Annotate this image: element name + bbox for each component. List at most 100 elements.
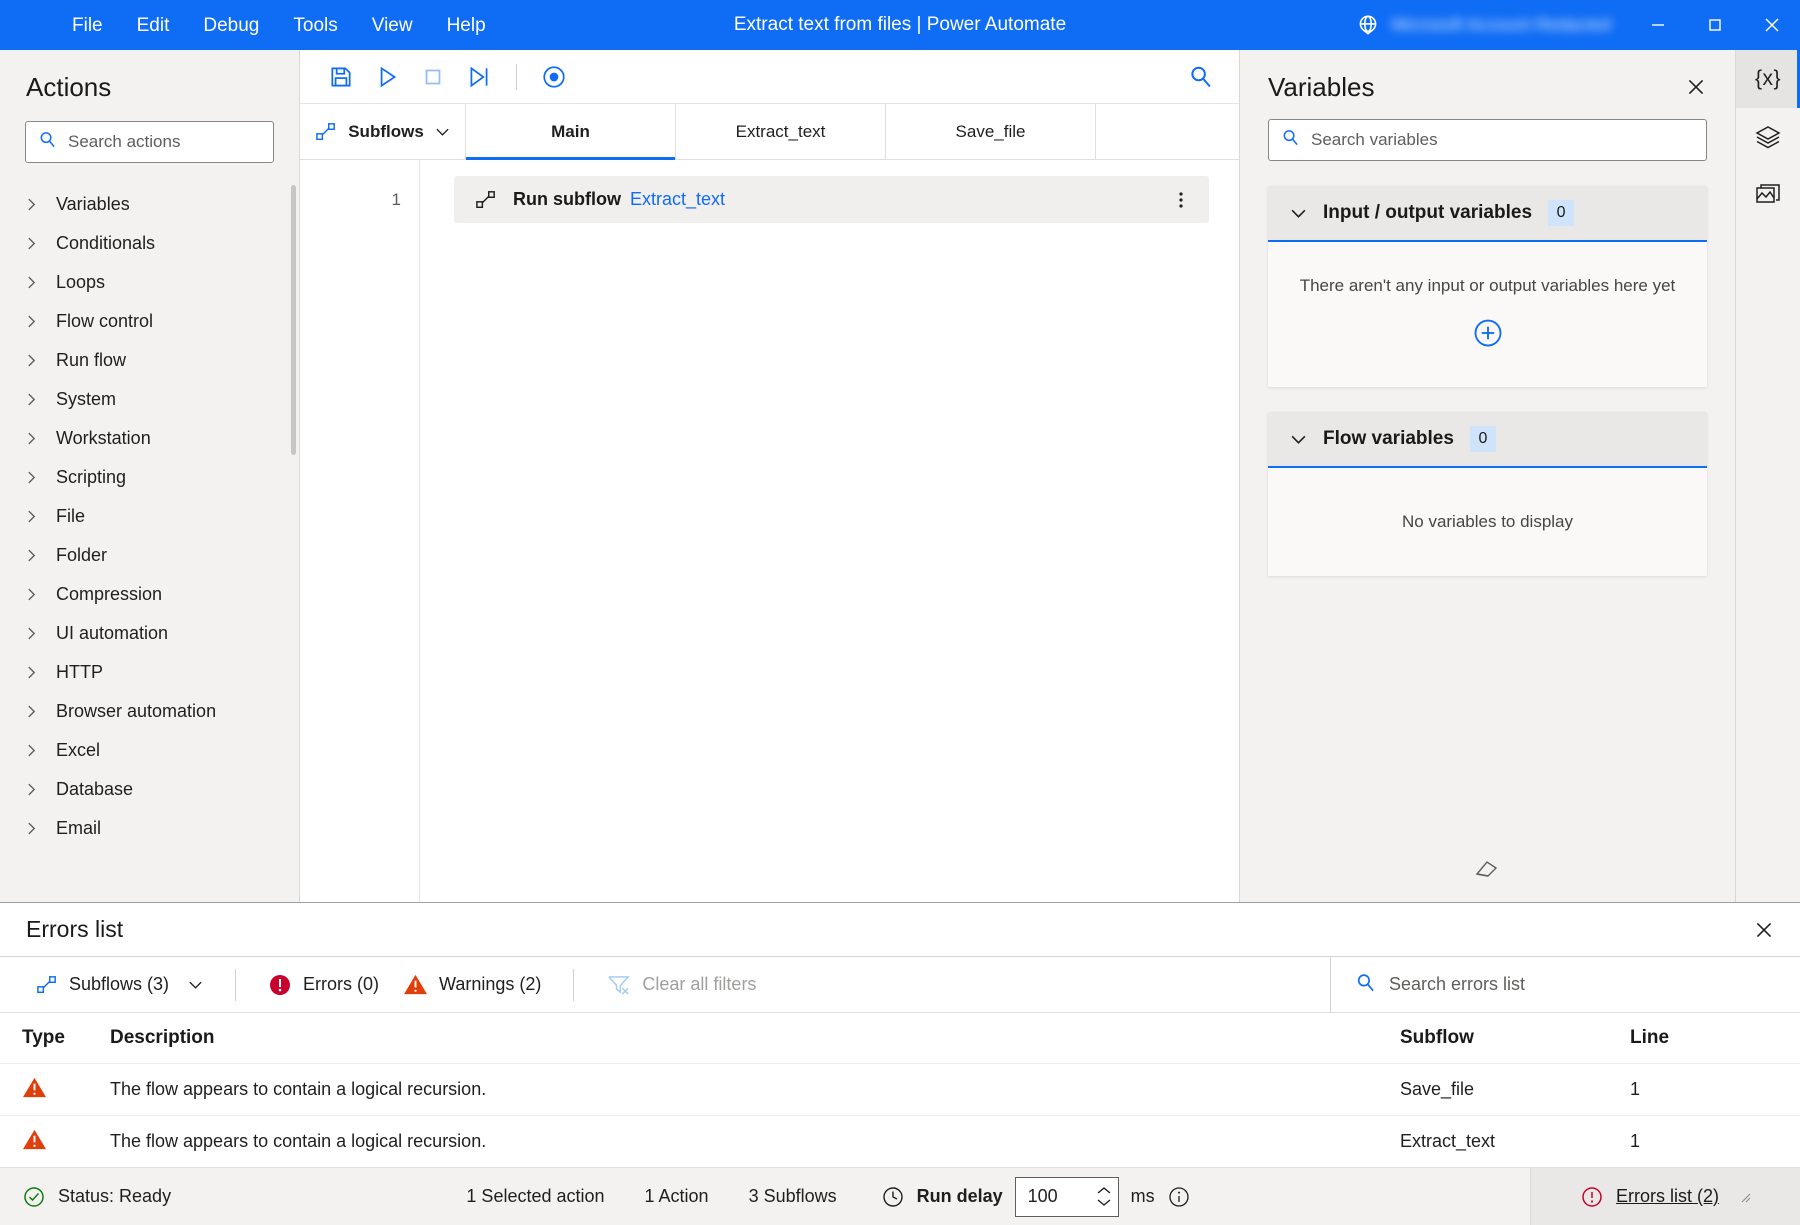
flow-variables-header[interactable]: Flow variables 0 [1268, 412, 1707, 468]
eraser-icon[interactable] [1474, 857, 1502, 884]
clear-all-filters-button[interactable]: Clear all filters [594, 966, 768, 1003]
errors-list-status-label: Errors list (2) [1616, 1186, 1720, 1206]
menu-file[interactable]: File [55, 10, 120, 41]
layers-icon [1755, 126, 1781, 149]
action-group-conditionals[interactable]: Conditionals [0, 224, 299, 263]
warnings-filter-label: Warnings (2) [439, 974, 542, 994]
table-row[interactable]: The flow appears to contain a logical re… [0, 1115, 1800, 1167]
action-group-scripting[interactable]: Scripting [0, 458, 299, 497]
tab-save-file[interactable]: Save_file [886, 104, 1096, 159]
variables-pane-button[interactable]: {x} [1736, 50, 1800, 108]
stepper-arrows[interactable] [1096, 1186, 1112, 1207]
subflow-count: 3 Subflows [748, 1186, 837, 1206]
menu-debug[interactable]: Debug [186, 10, 276, 41]
add-circle-icon [1474, 319, 1501, 347]
search-variables-input[interactable] [1311, 130, 1694, 150]
search-errors-box[interactable] [1330, 956, 1800, 1013]
action-group-run-flow[interactable]: Run flow [0, 341, 299, 380]
tab-label: Extract_text [735, 121, 826, 141]
action-row-menu-button[interactable] [1168, 185, 1194, 215]
flow-canvas: 1 Run subflow Extract_text [300, 160, 1239, 902]
row-line: 1 [1630, 1131, 1641, 1151]
flow-search-button[interactable] [1177, 57, 1223, 97]
menu-help[interactable]: Help [430, 10, 503, 41]
column-header-line: Line [1630, 1027, 1670, 1048]
tab-extract-text[interactable]: Extract_text [676, 104, 886, 159]
main-body: Actions Variables Conditionals Lo [0, 50, 1800, 902]
close-button[interactable] [1743, 0, 1800, 50]
errors-list-title: Errors list [26, 916, 124, 942]
add-variable-button[interactable] [1473, 318, 1503, 353]
actions-scrollbar-thumb[interactable] [291, 185, 296, 455]
search-variables-box[interactable] [1268, 119, 1707, 161]
errors-list-close-button[interactable] [1746, 912, 1782, 948]
table-row[interactable]: The flow appears to contain a logical re… [0, 1063, 1800, 1115]
action-group-file[interactable]: File [0, 497, 299, 536]
line-number: 1 [391, 190, 401, 209]
actions-panel: Actions Variables Conditionals Lo [0, 50, 300, 902]
action-group-variables[interactable]: Variables [0, 185, 299, 224]
close-icon [1688, 79, 1704, 95]
search-icon [1190, 66, 1211, 88]
input-output-variables-header[interactable]: Input / output variables 0 [1268, 186, 1707, 242]
action-group-workstation[interactable]: Workstation [0, 419, 299, 458]
stop-button[interactable] [410, 57, 456, 97]
action-group-http[interactable]: HTTP [0, 653, 299, 692]
chevron-right-icon [28, 510, 36, 523]
maximize-button[interactable] [1686, 0, 1743, 50]
action-group-email[interactable]: Email [0, 809, 299, 848]
errors-list-status-button[interactable]: Errors list (2) [1530, 1167, 1800, 1225]
warning-icon [404, 974, 428, 995]
search-errors-input[interactable] [1389, 974, 1776, 995]
row-subflow: Extract_text [1400, 1131, 1496, 1151]
menu-view[interactable]: View [355, 10, 430, 41]
menu-tools[interactable]: Tools [276, 10, 354, 41]
action-group-excel[interactable]: Excel [0, 731, 299, 770]
subflows-dropdown[interactable]: Subflows [300, 104, 466, 159]
actions-scrollbar[interactable] [288, 185, 299, 902]
search-actions-box[interactable] [25, 121, 289, 163]
recorder-button[interactable] [531, 57, 577, 97]
tab-main[interactable]: Main [466, 104, 676, 160]
action-group-database[interactable]: Database [0, 770, 299, 809]
menu-edit[interactable]: Edit [120, 10, 187, 41]
chevron-right-icon [28, 822, 36, 835]
run-delay-input[interactable] [1027, 1186, 1096, 1207]
stop-icon [425, 69, 441, 84]
error-icon [270, 974, 291, 995]
chevron-down-icon [436, 128, 449, 136]
minimize-button[interactable] [1629, 0, 1686, 50]
row-line: 1 [1630, 1079, 1641, 1099]
action-group-browser-automation[interactable]: Browser automation [0, 692, 299, 731]
warnings-filter[interactable]: Warnings (2) [391, 966, 553, 1003]
chevron-down-icon [189, 981, 202, 989]
subflow-icon [316, 122, 336, 140]
save-button[interactable] [318, 57, 364, 97]
action-group-compression[interactable]: Compression [0, 575, 299, 614]
account-area[interactable]: Microsoft Account Redacted [1355, 12, 1629, 38]
actions-group-list: Variables Conditionals Loops Flow contro… [0, 185, 299, 902]
tab-label: Main [551, 121, 590, 141]
ui-elements-pane-button[interactable] [1736, 108, 1800, 166]
errors-list-header: Errors list [0, 903, 1800, 957]
action-group-flow-control[interactable]: Flow control [0, 302, 299, 341]
search-actions-input[interactable] [68, 132, 289, 152]
action-group-system[interactable]: System [0, 380, 299, 419]
maximize-icon [1708, 19, 1721, 31]
run-next-action-button[interactable] [456, 57, 502, 97]
step-next-icon [470, 66, 488, 87]
action-group-loops[interactable]: Loops [0, 263, 299, 302]
run-button[interactable] [364, 57, 410, 97]
run-delay-unit: ms [1130, 1186, 1155, 1206]
run-delay-stepper[interactable] [1014, 1176, 1119, 1217]
action-group-folder[interactable]: Folder [0, 536, 299, 575]
errors-subflows-filter[interactable]: Subflows (3) [24, 967, 215, 1002]
errors-filter[interactable]: Errors (0) [256, 966, 391, 1004]
flow-action-row[interactable]: Run subflow Extract_text [454, 176, 1209, 223]
chevron-right-icon [28, 627, 36, 640]
action-group-ui-automation[interactable]: UI automation [0, 614, 299, 653]
images-pane-button[interactable] [1736, 166, 1800, 224]
line-number-gutter: 1 [300, 160, 420, 902]
variables-panel-close-button[interactable] [1679, 70, 1713, 104]
action-count: 1 Action [644, 1186, 709, 1206]
